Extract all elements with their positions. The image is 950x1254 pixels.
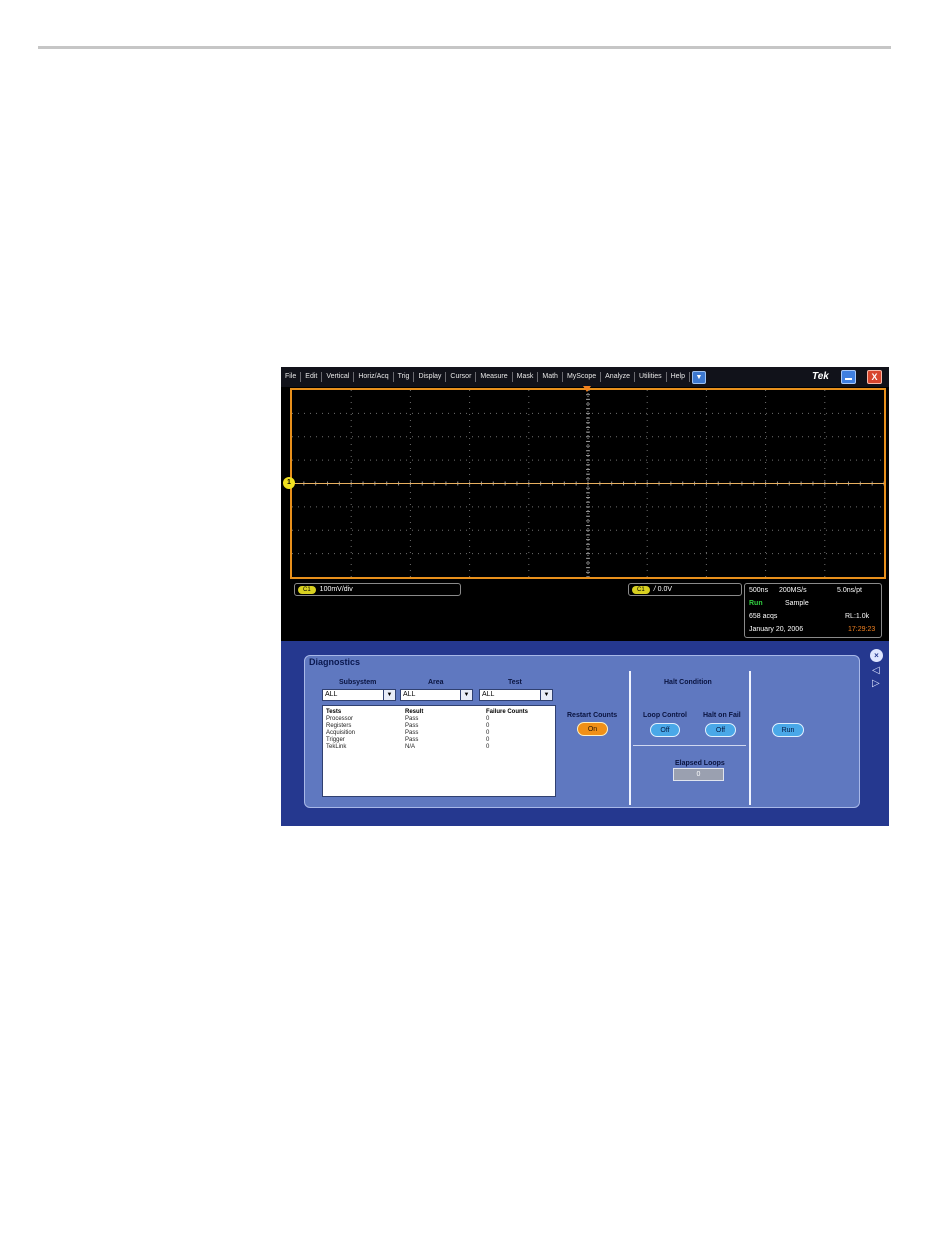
- halt-condition-label: Halt Condition: [664, 679, 712, 686]
- menu-horiz-acq[interactable]: Horiz/Acq: [354, 372, 394, 382]
- menu-mask[interactable]: Mask: [513, 372, 539, 382]
- acquisition-count: 658 acqs: [749, 613, 778, 620]
- table-cell: 0: [486, 744, 490, 750]
- table-cell: TekLink: [326, 744, 347, 750]
- menu-help[interactable]: Help: [667, 372, 691, 382]
- menu-display[interactable]: Display: [414, 372, 447, 382]
- test-select[interactable]: ALL ▼: [479, 689, 553, 701]
- acquisition-mode: Sample: [785, 600, 809, 607]
- close-button[interactable]: X: [867, 370, 882, 384]
- arrow-right-icon[interactable]: ▷: [872, 678, 880, 689]
- table-cell: 0: [486, 716, 490, 722]
- menu-file[interactable]: File: [281, 372, 302, 382]
- minimize-button[interactable]: [841, 370, 856, 384]
- menu-math[interactable]: Math: [538, 372, 563, 382]
- menu-analyze[interactable]: Analyze: [601, 372, 636, 382]
- table-cell: 0: [486, 737, 490, 743]
- trigger-level: 0.0V: [657, 586, 673, 593]
- brand-logo: Tek: [812, 371, 829, 382]
- subsystem-value: ALL: [325, 691, 338, 698]
- table-cell: Pass: [405, 716, 419, 722]
- graticule-grid: [292, 390, 884, 577]
- subsystem-select[interactable]: ALL ▼: [322, 689, 396, 701]
- vertical-scale: 100mV/div: [319, 586, 353, 593]
- area-label: Area: [428, 679, 444, 686]
- subsystem-label: Subsystem: [339, 679, 377, 686]
- acquisition-readout[interactable]: 500ns 200MS/s 5.0ns/pt Run Sample 658 ac…: [744, 583, 882, 638]
- table-header: Result: [405, 709, 424, 715]
- table-cell: Registers: [326, 723, 352, 729]
- loop-control-label: Loop Control: [643, 712, 687, 719]
- restart-counts-label: Restart Counts: [567, 712, 618, 719]
- waveform-graticule: [290, 388, 886, 579]
- table-cell: N/A: [405, 744, 416, 750]
- trigger-readout[interactable]: C1 / 0.0V: [628, 583, 742, 596]
- halt-on-fail-button[interactable]: Off: [705, 723, 736, 737]
- restart-counts-button[interactable]: On: [577, 722, 608, 736]
- table-cell: 0: [486, 730, 490, 736]
- date: January 20, 2006: [749, 626, 804, 633]
- chevron-down-icon: ▼: [540, 690, 552, 700]
- channel-1-marker[interactable]: 1: [283, 477, 295, 489]
- sample-rate: 200MS/s: [779, 587, 807, 594]
- table-header: Failure Counts: [486, 709, 529, 715]
- channel-1-badge: C1: [298, 585, 316, 594]
- trigger-source-badge: C1: [632, 585, 650, 594]
- time: 17:29:23: [848, 626, 876, 633]
- arrow-left-icon[interactable]: ◁: [872, 665, 880, 676]
- menu-bar: File Edit Vertical Horiz/Acq Trig Displa…: [281, 367, 889, 387]
- table-cell: Pass: [405, 737, 419, 743]
- table-cell: Trigger: [326, 737, 345, 743]
- divider: [629, 671, 631, 805]
- elapsed-loops-label: Elapsed Loops: [675, 760, 725, 767]
- table-cell: Pass: [405, 730, 419, 736]
- menu-cursor[interactable]: Cursor: [446, 372, 477, 382]
- record-length: RL:1.0k: [845, 613, 870, 620]
- close-panel-icon[interactable]: ×: [870, 649, 883, 662]
- table-cell: Acquisition: [326, 730, 356, 736]
- channel-1-readout[interactable]: C1 100mV/div: [294, 583, 461, 596]
- table-cell: Pass: [405, 723, 419, 729]
- run-state: Run: [749, 600, 763, 607]
- divider: [749, 671, 751, 805]
- run-button[interactable]: Run: [772, 723, 804, 737]
- chevron-down-icon: ▼: [460, 690, 472, 700]
- area-value: ALL: [403, 691, 416, 698]
- trigger-position-icon: [583, 386, 591, 392]
- panel-title: Diagnostics: [309, 657, 361, 667]
- table-cell: 0: [486, 723, 490, 729]
- menu-utilities[interactable]: Utilities: [635, 372, 667, 382]
- page-header-rule: [38, 46, 891, 49]
- elapsed-loops-field: 0: [673, 768, 724, 781]
- loop-control-button[interactable]: Off: [650, 723, 680, 737]
- menu-trig[interactable]: Trig: [394, 372, 415, 382]
- halt-on-fail-label: Halt on Fail: [703, 712, 741, 719]
- divider: [633, 745, 746, 746]
- results-table: Tests Result Failure Counts Processor Pa…: [322, 705, 556, 797]
- resolution: 5.0ns/pt: [837, 587, 862, 594]
- test-value: ALL: [482, 691, 495, 698]
- menu-measure[interactable]: Measure: [476, 372, 513, 382]
- oscilloscope-screenshot: File Edit Vertical Horiz/Acq Trig Displa…: [281, 367, 889, 826]
- table-header: Tests: [326, 709, 342, 715]
- trigger-slope-icon: /: [653, 586, 656, 593]
- table-cell: Processor: [326, 716, 354, 722]
- timebase: 500ns: [749, 587, 769, 594]
- menu-myscope[interactable]: MyScope: [563, 372, 602, 382]
- test-label: Test: [508, 679, 522, 686]
- menu-edit[interactable]: Edit: [301, 372, 323, 382]
- area-select[interactable]: ALL ▼: [400, 689, 473, 701]
- chevron-down-icon: ▼: [383, 690, 395, 700]
- menu-vertical[interactable]: Vertical: [322, 372, 355, 382]
- menu-dropdown-button[interactable]: ▼: [692, 370, 707, 384]
- chevron-down-icon: ▼: [695, 373, 703, 381]
